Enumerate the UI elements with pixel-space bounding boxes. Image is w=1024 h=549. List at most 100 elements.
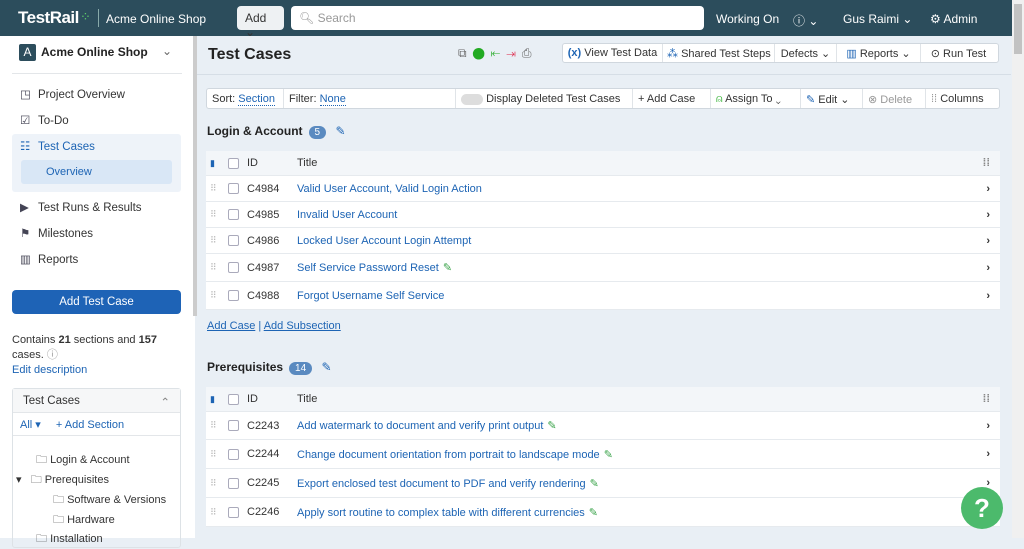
help-button[interactable]: ?: [961, 487, 1003, 529]
add-case-button[interactable]: + Add Case: [633, 89, 711, 108]
tree-item[interactable]: 🗀 Software & Versions: [53, 491, 166, 510]
table-row[interactable]: ⠿ C2243 Add watermark to document and veri…: [206, 412, 1000, 440]
edit-icon[interactable]: ✎: [590, 478, 599, 490]
run-test-button[interactable]: ⊙ Run Test: [921, 44, 996, 62]
help-menu-icon[interactable]: ⓘ ⌄: [793, 12, 818, 29]
assign-to-dropdown[interactable]: ⍝ Assign To ⌄: [711, 89, 801, 108]
tree-item[interactable]: 🗀 Installation: [36, 530, 103, 549]
export-icon[interactable]: ⇥: [506, 46, 522, 60]
add-test-case-button[interactable]: Add Test Case: [12, 290, 181, 314]
edit-section-icon[interactable]: ✎: [335, 124, 345, 138]
row-checkbox[interactable]: [228, 209, 239, 220]
row-checkbox[interactable]: [228, 235, 239, 246]
tree-item[interactable]: ▾ 🗀 Prerequisites: [16, 471, 109, 490]
case-title-link[interactable]: Locked User Account Login Attempt: [297, 235, 471, 247]
scrollbar-thumb[interactable]: [1014, 4, 1022, 54]
chevron-right-icon[interactable]: ›: [986, 262, 990, 274]
sort-value[interactable]: Section: [238, 93, 275, 106]
chevron-right-icon[interactable]: ›: [986, 209, 990, 221]
view-test-data-button[interactable]: (x) View Test Data: [563, 44, 663, 62]
edit-icon[interactable]: ✎: [589, 507, 598, 519]
row-checkbox[interactable]: [228, 448, 239, 460]
case-title-link[interactable]: Invalid User Account: [297, 209, 397, 221]
chevron-right-icon[interactable]: ›: [986, 420, 990, 432]
drag-handle[interactable]: ⠿: [210, 235, 217, 246]
edit-description-link[interactable]: Edit description: [12, 364, 87, 376]
filter-all-dropdown[interactable]: All: [20, 419, 32, 431]
row-checkbox[interactable]: [228, 290, 239, 301]
copy-icon[interactable]: ⧉: [458, 46, 473, 60]
reports-dropdown[interactable]: ▥ Reports ⌄: [837, 44, 921, 62]
sidebar-item-milestones[interactable]: ⚑ Milestones: [12, 222, 182, 244]
search-input[interactable]: 🔍︎ Search: [291, 6, 704, 30]
chevron-right-icon[interactable]: ›: [986, 183, 990, 195]
tree-item[interactable]: 🗀 Login & Account: [36, 451, 130, 470]
testrail-logo[interactable]: TestRail: [18, 8, 79, 28]
row-checkbox[interactable]: [228, 262, 239, 273]
chevron-right-icon[interactable]: ›: [986, 290, 990, 302]
table-row[interactable]: ⠿ C2246 Apply sort routine to complex tabl…: [206, 498, 1000, 527]
project-selector[interactable]: A Acme Online Shop ⌄: [19, 44, 172, 61]
chevron-right-icon[interactable]: ›: [986, 448, 990, 460]
edit-icon[interactable]: ✎: [604, 449, 613, 461]
admin-link[interactable]: ⚙ Admin: [930, 12, 977, 26]
select-all-checkbox[interactable]: [228, 393, 239, 405]
collapse-icon[interactable]: ⌃: [160, 395, 170, 409]
add-subsection-link[interactable]: Add Subsection: [264, 320, 341, 332]
table-row[interactable]: ⠿ C2245 Export enclosed test document to P…: [206, 469, 1000, 498]
add-dropdown[interactable]: Add ⌄: [237, 6, 284, 39]
sidebar-item-overview[interactable]: Overview: [21, 160, 172, 184]
table-row[interactable]: ⠿ C2244 Change document orientation from p…: [206, 440, 1000, 469]
case-title-link[interactable]: Add watermark to document and verify pri…: [297, 419, 557, 432]
user-menu[interactable]: Gus Raimi ⌄: [843, 12, 912, 26]
defects-dropdown[interactable]: Defects ⌄: [775, 44, 837, 62]
print-icon[interactable]: ⎙: [522, 46, 538, 60]
shared-test-steps-button[interactable]: ⁂ Shared Test Steps: [663, 44, 775, 62]
sidebar-item-project-overview[interactable]: ◳ Project Overview: [12, 83, 182, 105]
case-title-link[interactable]: Change document orientation from portrai…: [297, 448, 613, 461]
drag-handle[interactable]: ⠿: [210, 449, 217, 460]
drag-handle[interactable]: ⠿: [210, 290, 217, 301]
chevron-right-icon[interactable]: ›: [986, 235, 990, 247]
edit-dropdown[interactable]: ✎ Edit ⌄: [801, 89, 863, 108]
table-row[interactable]: ⠿ C4984 Valid User Account, Valid Login Ac…: [206, 176, 1000, 202]
drag-handle[interactable]: ⠿: [210, 209, 217, 220]
drag-handle[interactable]: ⠿: [210, 420, 217, 431]
drag-handle[interactable]: ⠿: [210, 262, 217, 273]
info-icon[interactable]: ⓘ: [47, 349, 58, 361]
import-icon[interactable]: ⬤: [473, 46, 491, 60]
edit-section-icon[interactable]: ✎: [322, 360, 332, 374]
sidebar-scrollbar[interactable]: [193, 36, 197, 316]
import-file-icon[interactable]: ⇤: [491, 46, 507, 60]
edit-icon[interactable]: ✎: [443, 262, 452, 274]
columns-icon[interactable]: ⁞⁞: [983, 157, 990, 169]
filter-value[interactable]: None: [319, 93, 346, 106]
sort-control[interactable]: Sort: Section: [207, 89, 283, 108]
working-on-menu[interactable]: Working On: [716, 12, 779, 26]
add-section-link[interactable]: + Add Section: [56, 419, 124, 431]
table-row[interactable]: ⠿ C4985 Invalid User Account ›: [206, 202, 1000, 228]
sidebar-item-reports[interactable]: ▥ Reports: [12, 248, 182, 270]
case-title-link[interactable]: Self Service Password Reset ✎: [297, 261, 452, 274]
case-title-link[interactable]: Forgot Username Self Service: [297, 290, 444, 302]
add-case-link[interactable]: Add Case: [207, 320, 255, 332]
page-scrollbar[interactable]: [1012, 0, 1024, 538]
columns-button[interactable]: ⁞⁞ Columns: [926, 89, 999, 108]
sidebar-item-test-cases[interactable]: ☷ Test Cases: [12, 135, 182, 157]
delete-button[interactable]: ⊗ Delete: [863, 89, 926, 108]
case-title-link[interactable]: Apply sort routine to complex table with…: [297, 506, 598, 519]
case-title-link[interactable]: Valid User Account, Valid Login Action: [297, 183, 482, 195]
drag-handle[interactable]: ⠿: [210, 183, 217, 194]
columns-icon[interactable]: ⁞⁞: [983, 393, 990, 405]
filter-control[interactable]: Filter: None: [283, 89, 456, 108]
sidebar-item-todo[interactable]: ☑ To-Do: [12, 109, 182, 131]
display-deleted-toggle[interactable]: Display Deleted Test Cases: [456, 89, 633, 108]
case-title-link[interactable]: Export enclosed test document to PDF and…: [297, 477, 599, 490]
tree-item[interactable]: 🗀 Hardware: [53, 511, 115, 530]
select-all-checkbox[interactable]: [228, 157, 239, 169]
row-checkbox[interactable]: [228, 183, 239, 194]
drag-handle[interactable]: ⠿: [210, 507, 217, 518]
drag-handle[interactable]: ⠿: [210, 478, 217, 489]
sidebar-item-test-runs[interactable]: ▶ Test Runs & Results: [12, 196, 182, 218]
table-row[interactable]: ⠿ C4987 Self Service Password Reset ✎ ›: [206, 254, 1000, 282]
